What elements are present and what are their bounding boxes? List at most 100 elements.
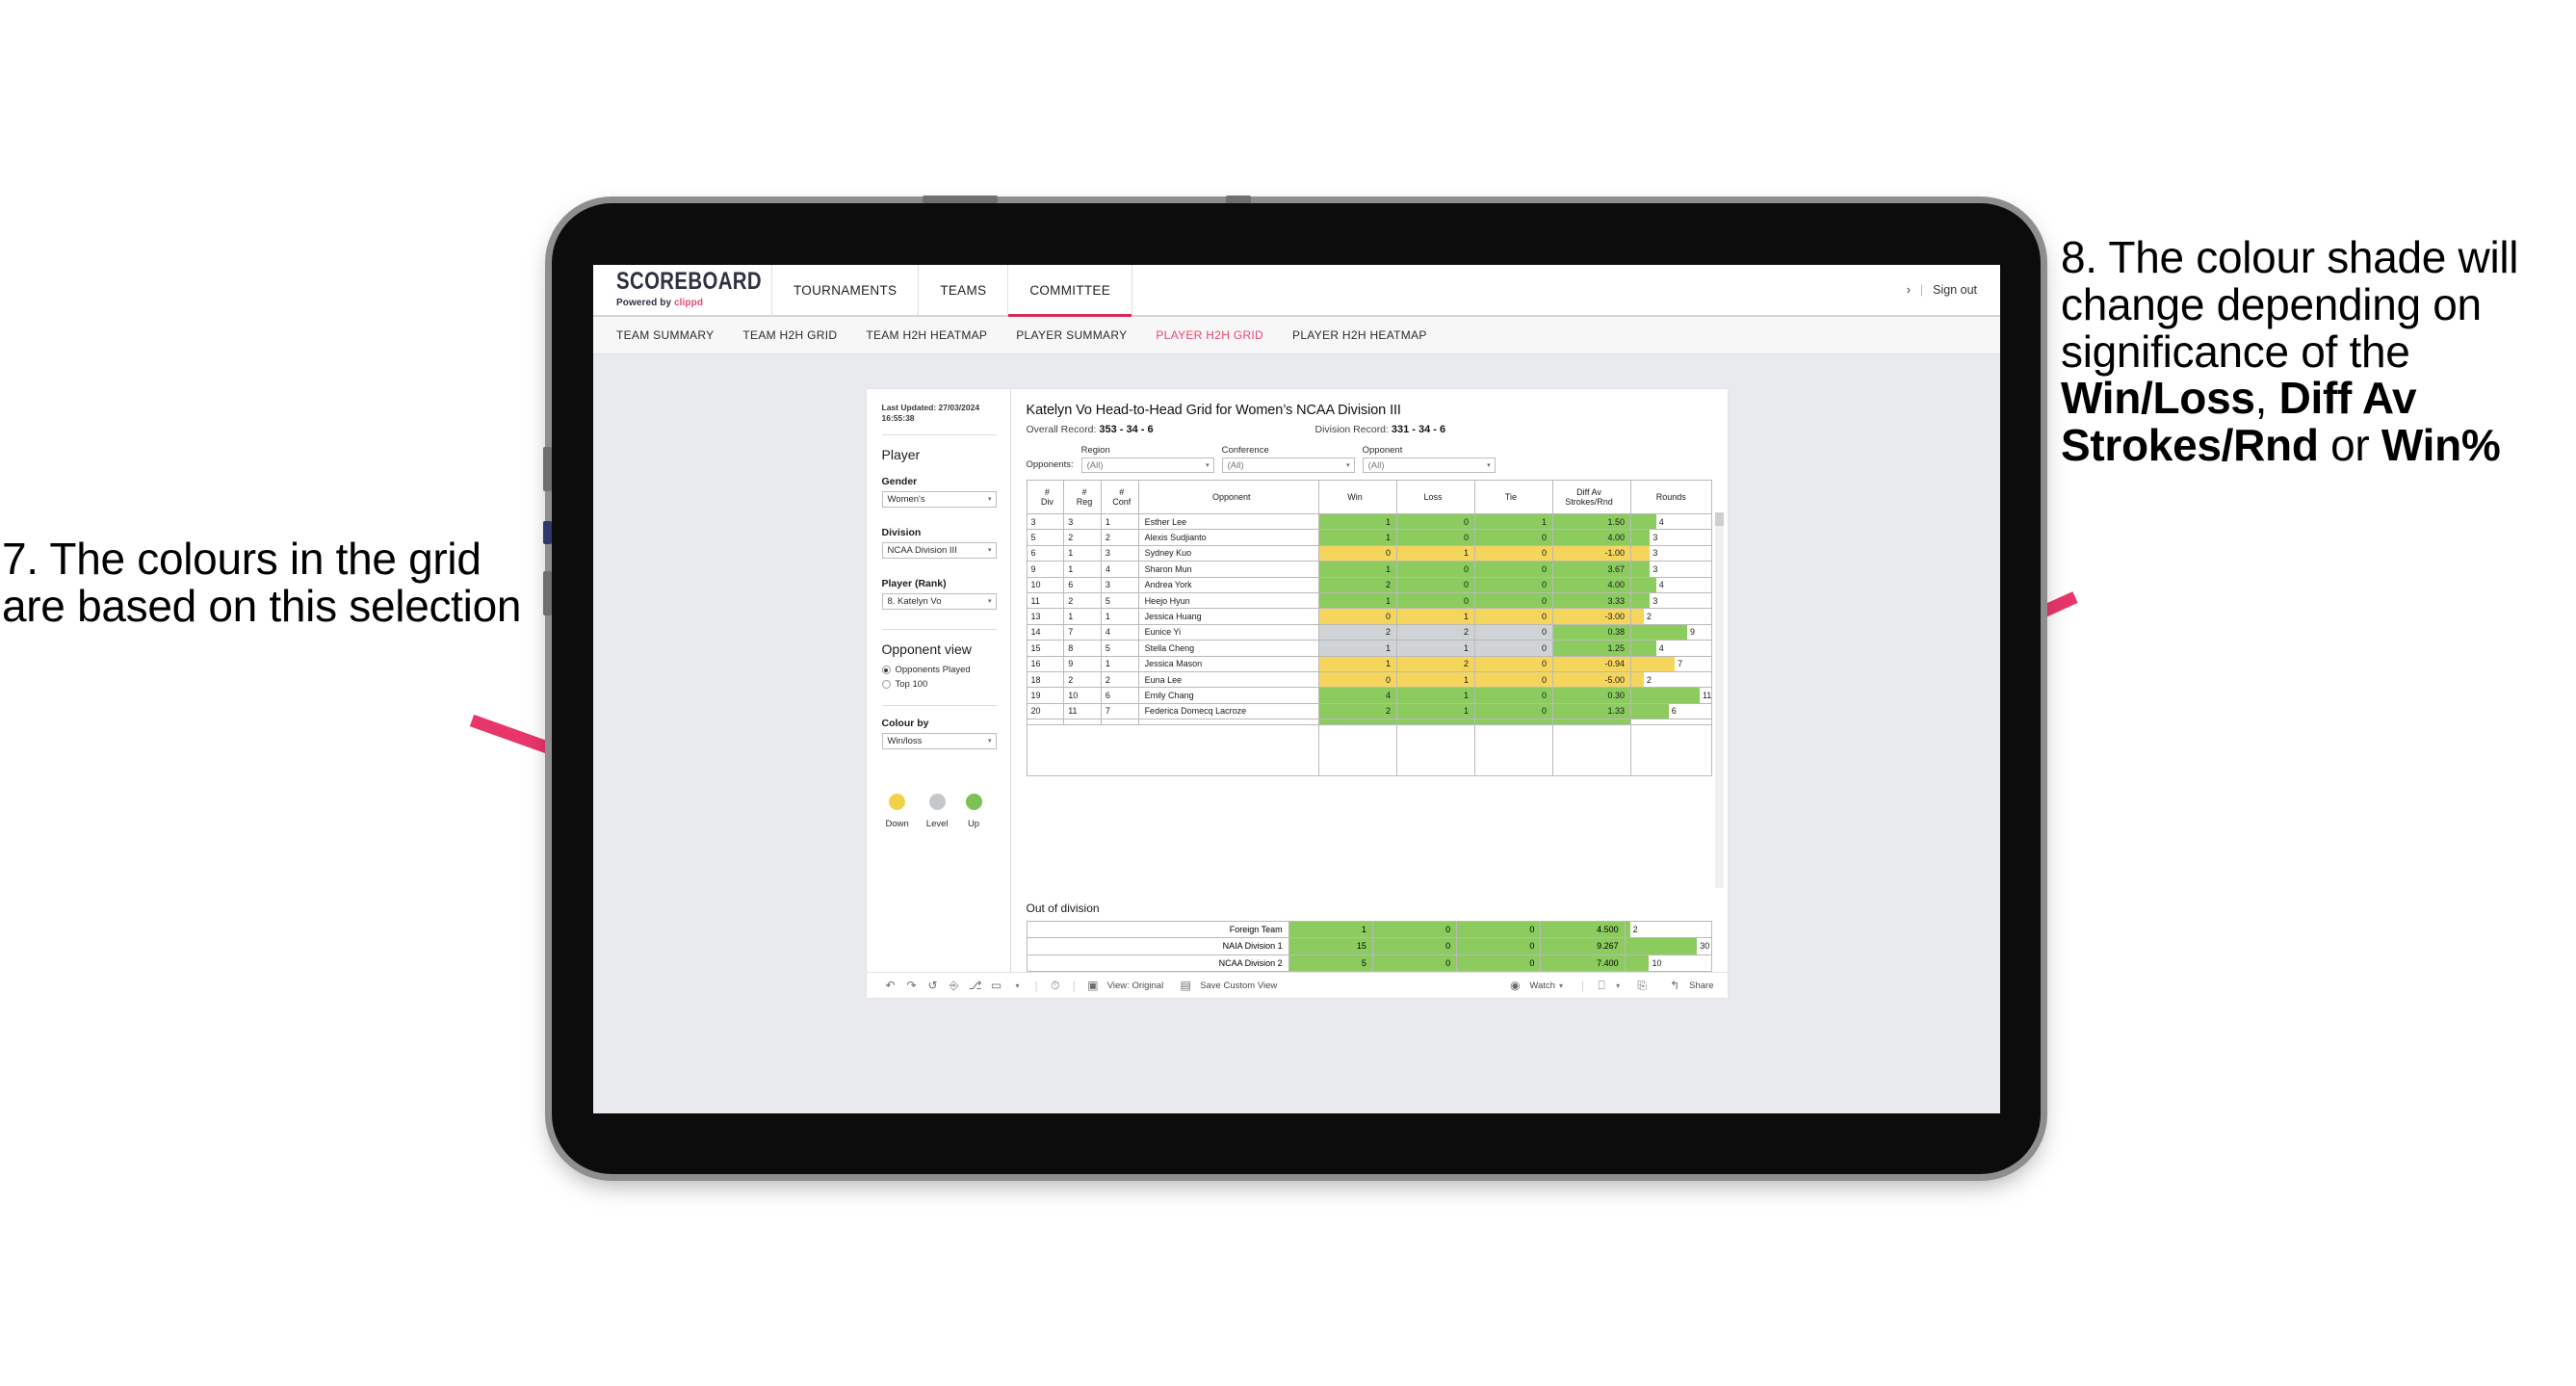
table-scrollbar[interactable] (1714, 512, 1724, 888)
out-of-division-row[interactable]: NCAA Division 2 5 0 0 7.400 10 (1026, 954, 1712, 972)
table-row[interactable]: 6 1 3 Sydney Kuo 0 1 0 -1.00 3 (1026, 544, 1712, 562)
table-row[interactable]: 3 3 1 Esther Lee 1 0 1 1.50 4 (1026, 512, 1712, 531)
rounds-bar (1630, 530, 1651, 545)
annotation-step-8-sep1: , (2254, 373, 2279, 424)
col-header-diff-l1: Diff Av (1576, 486, 1601, 497)
conference-filter-caption: Conference (1221, 445, 1269, 456)
table-row[interactable]: 14 7 4 Eunice Yi 2 2 0 0.38 9 (1026, 623, 1712, 641)
radio-opponents-played[interactable]: Opponents Played (881, 665, 997, 675)
out-of-division-row[interactable]: Foreign Team 1 0 0 4.500 2 (1026, 920, 1712, 938)
chevron-down-icon: ▾ (987, 597, 992, 605)
table-row[interactable]: 13 1 1 Jessica Huang 0 1 0 -3.00 2 (1026, 608, 1712, 625)
region-filter-select[interactable]: (All) ▾ (1080, 458, 1214, 473)
rounds-cell: 3 (1629, 591, 1712, 610)
table-row[interactable]: 20 11 7 Federica Domecq Lacroze 2 1 0 1.33 6 (1026, 702, 1712, 720)
chevron-right-icon[interactable]: › (1907, 283, 1911, 297)
out-of-division-rounds-value: 30 (1700, 941, 1710, 952)
table-row[interactable]: 18 2 2 Euna Lee 0 1 0 -5.00 2 (1026, 670, 1712, 689)
rounds-cell: 9 (1629, 623, 1712, 641)
subnav-item-team-h2h-heatmap[interactable]: TEAM H2H HEATMAP (866, 328, 987, 342)
download-button[interactable]: ⎕ ▾ (1591, 979, 1621, 993)
legend-dot-down (889, 793, 906, 810)
table-row[interactable]: 16 9 1 Jessica Mason 1 2 0 -0.94 7 (1026, 655, 1712, 672)
out-of-division-row[interactable]: NAIA Division 1 15 0 0 9.267 30 (1026, 937, 1712, 955)
table-row[interactable]: 19 10 6 Emily Chang 4 1 0 0.30 11 (1026, 687, 1712, 704)
gender-select[interactable]: Women's ▾ (881, 490, 997, 508)
fullscreen-button[interactable]: ⎘ (1631, 979, 1652, 993)
out-of-division-label: NCAA Division 2 (1026, 954, 1289, 972)
h2h-table-wrapper: # Div # Reg # Conf Opponent Win Loss Tie Di… (1026, 480, 1724, 888)
table-scrollbar-thumb[interactable] (1714, 512, 1724, 526)
panel-heading-player: Player (881, 446, 921, 462)
col-header-tie: Tie (1473, 480, 1553, 514)
player-rank-select[interactable]: 8. Katelyn Vo ▾ (881, 592, 997, 610)
colour-by-select-value: Win/loss (887, 735, 923, 746)
watch-button[interactable]: ◉ Watch ▾ (1504, 979, 1563, 992)
shape-icon[interactable]: ▭ (986, 979, 1007, 992)
subnav-item-team-h2h-grid[interactable]: TEAM H2H GRID (742, 328, 837, 342)
panel-divider-3 (881, 704, 997, 706)
refresh-icon[interactable]: ⎆ (944, 979, 965, 993)
rounds-bar (1630, 609, 1644, 624)
rounds-bar (1630, 703, 1669, 719)
undo-icon[interactable]: ↶ (880, 979, 901, 992)
subnav-item-player-h2h-grid[interactable]: PLAYER H2H GRID (1156, 328, 1263, 342)
out-of-division-win: 15 (1288, 937, 1373, 955)
col-header-conf-l2: Conf (1112, 497, 1132, 507)
topnav-item-committee[interactable]: COMMITTEE (1008, 265, 1133, 317)
annotation-step-8: 8. The colour shade will change dependin… (2061, 234, 2571, 469)
tablet-screen: SCOREBOARD Powered by clippd TOURNAMENTS… (593, 265, 2000, 1113)
subnav-item-team-summary[interactable]: TEAM SUMMARY (616, 328, 714, 342)
opponent-filter-select[interactable]: (All) ▾ (1362, 458, 1496, 473)
out-of-division-tie: 0 (1456, 954, 1542, 972)
save-custom-view-label: Save Custom View (1200, 980, 1278, 991)
brand-subtitle-clippd: clippd (674, 298, 704, 308)
rounds-value: 2 (1646, 674, 1652, 685)
rounds-bar (1630, 688, 1700, 703)
chevron-down-icon[interactable]: ▾ (1007, 981, 1028, 990)
topnav-item-tournaments[interactable]: TOURNAMENTS (772, 265, 920, 315)
legend-item-level: Level (926, 793, 949, 829)
brand-logo[interactable]: SCOREBOARD Powered by clippd (593, 265, 772, 315)
division-record-label: Division Record: (1314, 424, 1392, 435)
division-select[interactable]: NCAA Division III ▾ (881, 541, 997, 559)
overall-record-value: 353 - 34 - 6 (1099, 424, 1154, 435)
table-header-row: # Div # Reg # Conf Opponent Win Loss Tie Di… (1026, 480, 1712, 514)
rounds-cell: 6 (1629, 702, 1712, 720)
screenshot-root: 7. The colours in the grid are based on … (0, 0, 2576, 1386)
redo-icon[interactable]: ↷ (901, 979, 923, 992)
legend-item-up: Up (965, 793, 982, 829)
colour-by-select[interactable]: Win/loss ▾ (881, 732, 997, 749)
view-original-button[interactable]: ▣ View: Original (1082, 979, 1163, 992)
topnav-item-teams[interactable]: TEAMS (919, 265, 1009, 315)
col-header-rounds: Rounds (1629, 480, 1712, 514)
rounds-bar (1630, 641, 1656, 656)
h2h-grid-body: 3 3 1 Esther Lee 1 0 1 1.50 4 5 2 2 Alexis Sudjianto… (1026, 512, 1712, 777)
revert-icon[interactable]: ↺ (923, 979, 944, 992)
share-button[interactable]: ↰ Share (1664, 979, 1713, 992)
filter-panel: Last Updated: 27/03/2024 16:55:38 Player… (867, 389, 1011, 972)
conference-filter-select[interactable]: (All) ▾ (1221, 458, 1355, 473)
out-of-division-diff: 9.267 (1540, 937, 1626, 955)
pause-icon[interactable]: ⎇ (965, 979, 986, 992)
clock-icon[interactable]: ⏱ (1045, 979, 1066, 993)
table-row[interactable]: 10 6 3 Andrea York 2 0 0 4.00 4 (1026, 576, 1712, 593)
out-of-division-label: NAIA Division 1 (1026, 937, 1289, 955)
subnav-item-player-h2h-heatmap[interactable]: PLAYER H2H HEATMAP (1292, 328, 1427, 342)
rounds-cell: 4 (1629, 640, 1712, 657)
watch-label: Watch (1529, 980, 1555, 991)
sign-out-link[interactable]: Sign out (1933, 283, 1977, 297)
table-row[interactable]: 9 1 4 Sharon Mun 1 0 0 3.67 3 (1026, 561, 1712, 578)
toolbar-divider-2: | (1072, 979, 1076, 992)
topnav-divider: | (1919, 283, 1924, 297)
table-row[interactable]: 11 2 5 Heejo Hyun 1 0 0 3.33 3 (1026, 591, 1712, 610)
table-row[interactable]: 15 8 5 Stella Cheng 1 1 0 1.25 4 (1026, 640, 1712, 657)
table-row[interactable]: 5 2 2 Alexis Sudjianto 1 0 0 4.00 3 (1026, 529, 1712, 546)
gender-select-value: Women's (887, 493, 925, 505)
subnav-item-player-summary[interactable]: PLAYER SUMMARY (1016, 328, 1127, 342)
col-header-reg-l2: Reg (1076, 497, 1093, 507)
save-custom-view-button[interactable]: ▤ Save Custom View (1175, 979, 1278, 992)
radio-top-100[interactable]: Top 100 (881, 679, 997, 690)
rounds-cell: 3 (1629, 544, 1712, 562)
rounds-value: 3 (1652, 595, 1658, 606)
